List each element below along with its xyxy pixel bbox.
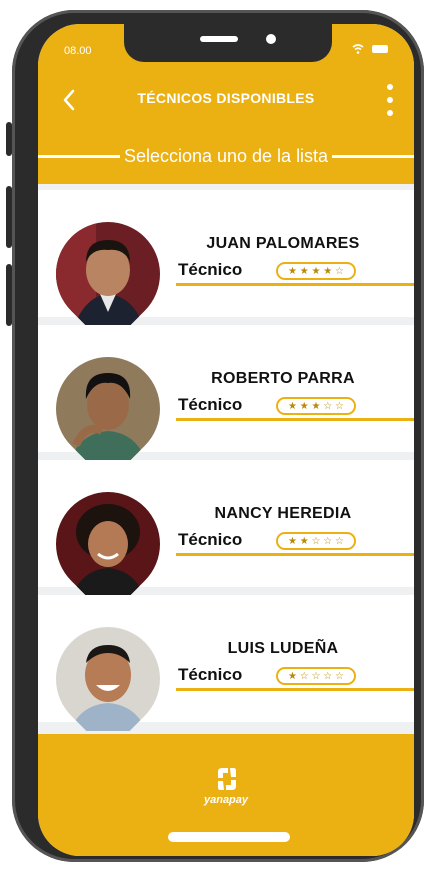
rating-stars: ★ ☆ ☆ ☆ ☆ — [276, 667, 356, 685]
technician-card[interactable]: LUIS LUDEÑA Técnico ★ ☆ ☆ ☆ ☆ — [38, 595, 414, 731]
card-underline — [176, 418, 414, 421]
person-photo-icon — [56, 627, 160, 731]
technician-role: Técnico — [178, 665, 243, 684]
technician-role: Técnico — [178, 530, 243, 549]
page-subtitle: Selecciona uno de la lista — [123, 145, 329, 166]
status-time: 08.00 — [64, 45, 92, 57]
rating-stars: ★ ★ ★ ★ ☆ — [276, 262, 356, 280]
app-screen: 08.00 TÉCNICOS DISPONIBLES Selecciona un… — [38, 24, 414, 856]
technician-card[interactable]: ROBERTO PARRA Técnico ★ ★ ★ ☆ ☆ — [38, 325, 414, 461]
technician-name: JUAN PALOMARES — [206, 235, 360, 252]
technician-role: Técnico — [178, 260, 243, 279]
rating-stars: ★ ★ ★ ☆ ☆ — [276, 397, 356, 415]
wifi-icon — [352, 44, 364, 54]
status-icons — [352, 44, 388, 54]
speaker-grille — [200, 36, 238, 42]
phone-side-button — [6, 264, 12, 326]
phone-side-button — [6, 186, 12, 248]
person-photo-icon — [56, 357, 160, 461]
technician-card[interactable]: JUAN PALOMARES Técnico ★ ★ ★ ★ ☆ — [38, 190, 414, 326]
brand-name: yanapay — [203, 794, 249, 806]
more-options-icon[interactable] — [386, 84, 394, 116]
technician-name: ROBERTO PARRA — [211, 370, 355, 387]
avatar — [38, 605, 182, 752]
card-underline — [176, 283, 414, 286]
yanapay-logo-icon — [218, 768, 236, 790]
divider — [332, 154, 414, 158]
home-indicator[interactable] — [168, 832, 290, 842]
card-underline — [176, 553, 414, 556]
person-photo-icon — [56, 222, 160, 326]
technician-name: LUIS LUDEÑA — [227, 640, 339, 657]
divider — [38, 154, 120, 158]
technician-card[interactable]: NANCY HEREDIA Técnico ★ ★ ☆ ☆ ☆ — [38, 460, 414, 596]
person-photo-icon — [56, 492, 160, 596]
camera-dot — [266, 34, 276, 44]
app-footer: yanapay — [38, 734, 414, 856]
battery-icon — [372, 45, 388, 53]
rating-stars: ★ ★ ☆ ☆ ☆ — [276, 532, 356, 550]
page-title: TÉCNICOS DISPONIBLES — [137, 90, 315, 106]
subtitle-row: Selecciona uno de la lista — [38, 144, 414, 168]
technician-role: Técnico — [178, 395, 243, 414]
phone-notch — [124, 24, 332, 62]
card-underline — [176, 688, 414, 691]
phone-side-button — [6, 122, 12, 156]
technician-name: NANCY HEREDIA — [214, 505, 352, 522]
